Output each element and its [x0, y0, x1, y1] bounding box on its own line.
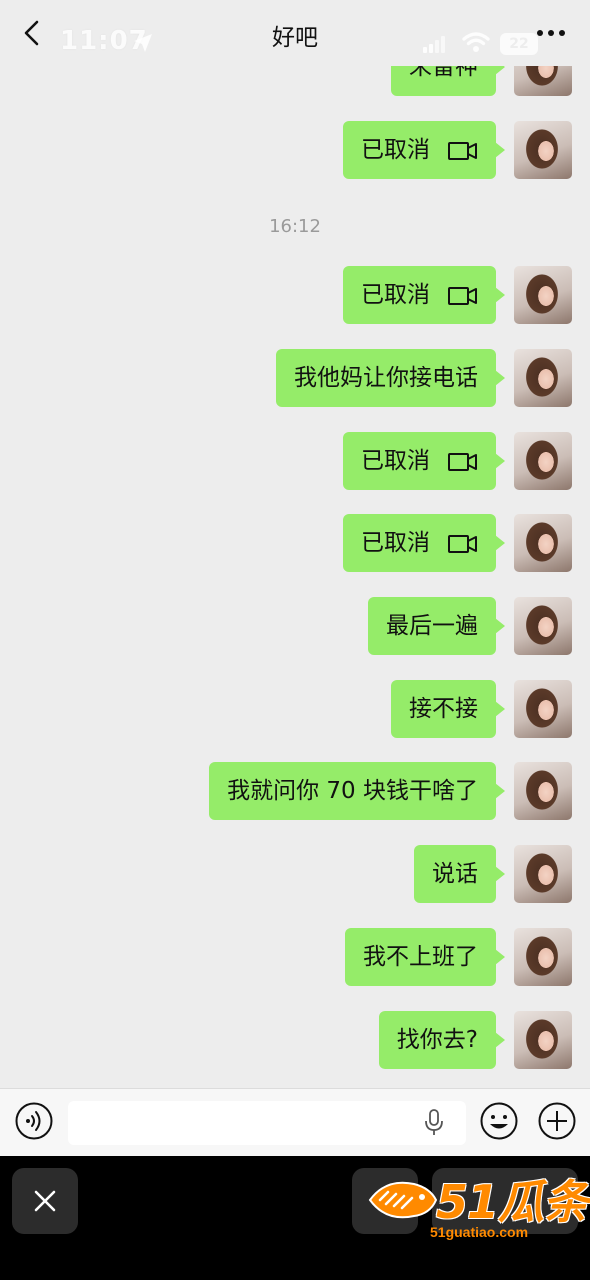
message-bubble[interactable]: 说话 — [414, 845, 505, 903]
watermark-brand: 51瓜条 — [436, 1175, 589, 1229]
message-row: 接不接 — [172, 680, 572, 740]
close-icon — [34, 1190, 56, 1212]
message-text: 接不接 — [409, 696, 478, 722]
avatar[interactable] — [514, 845, 572, 903]
avatar[interactable] — [514, 597, 572, 655]
avatar[interactable] — [514, 928, 572, 986]
message-bubble[interactable]: 找你去? — [378, 1011, 506, 1069]
emoji-icon[interactable] — [479, 1101, 519, 1141]
avatar[interactable] — [514, 349, 572, 407]
message-text: 已取消 — [361, 448, 430, 474]
header-bar: 11:07 好吧 22 — [0, 0, 590, 66]
watermark-url: 51guatiao.com — [430, 1224, 529, 1240]
wifi-icon — [462, 32, 490, 52]
message-text: 我就问你 70 块钱干啥了 — [227, 778, 478, 804]
message-bubble[interactable]: 接不接 — [391, 680, 505, 738]
message-text: 找你去? — [396, 1027, 478, 1053]
avatar[interactable] — [514, 432, 572, 490]
video-call-icon — [448, 141, 477, 160]
message-row: 我不上班了 — [172, 928, 572, 988]
microphone-icon[interactable] — [424, 1109, 444, 1137]
message-text: 说话 — [432, 861, 478, 887]
message-text: 我不上班了 — [363, 944, 478, 970]
battery-indicator: 22 — [500, 33, 538, 55]
message-bubble[interactable]: 已取消 — [343, 121, 505, 179]
message-bubble[interactable]: 已取消 — [343, 514, 505, 572]
message-row: 说话 — [172, 845, 572, 905]
message-bubble[interactable]: 已取消 — [343, 266, 505, 324]
plus-icon[interactable] — [537, 1101, 577, 1141]
message-row: 我就问你 70 块钱干啥了 — [172, 762, 572, 822]
message-bubble[interactable]: 已取消 — [343, 432, 505, 490]
avatar[interactable] — [514, 514, 572, 572]
message-row: 已取消 — [172, 514, 572, 574]
watermark-logo-icon — [368, 1181, 438, 1219]
video-call-icon — [448, 286, 477, 305]
message-input[interactable] — [68, 1101, 466, 1145]
voice-icon[interactable] — [14, 1101, 54, 1141]
signal-icon — [423, 36, 445, 53]
avatar[interactable] — [514, 680, 572, 738]
message-timestamp: 16:12 — [269, 216, 321, 237]
input-bar — [0, 1088, 590, 1156]
avatar[interactable] — [514, 1011, 572, 1069]
message-text: 已取消 — [361, 282, 430, 308]
close-button[interactable] — [12, 1168, 78, 1234]
message-row: 我他妈让你接电话 — [172, 349, 572, 409]
message-bubble[interactable]: 我就问你 70 块钱干啥了 — [209, 762, 505, 820]
message-row: 已取消 — [172, 121, 572, 181]
message-row: 已取消 — [172, 266, 572, 326]
message-text: 已取消 — [361, 137, 430, 163]
bottom-overlay: 51瓜条 51guatiao.com — [0, 1156, 590, 1280]
message-bubble[interactable]: 最后一遍 — [368, 597, 505, 655]
message-text: 我他妈让你接电话 — [294, 365, 478, 391]
message-row: 已取消 — [172, 432, 572, 492]
message-text: 最后一遍 — [386, 613, 478, 639]
message-bubble[interactable]: 我不上班了 — [345, 928, 505, 986]
message-row: 最后一遍 — [172, 597, 572, 657]
avatar[interactable] — [514, 121, 572, 179]
more-icon[interactable] — [534, 24, 568, 42]
video-call-icon — [448, 452, 477, 471]
message-bubble[interactable]: 我他妈让你接电话 — [276, 349, 505, 407]
avatar[interactable] — [514, 266, 572, 324]
avatar[interactable] — [514, 762, 572, 820]
message-text: 已取消 — [361, 530, 430, 556]
video-call-icon — [448, 534, 477, 553]
message-row: 找你去? — [172, 1011, 572, 1071]
